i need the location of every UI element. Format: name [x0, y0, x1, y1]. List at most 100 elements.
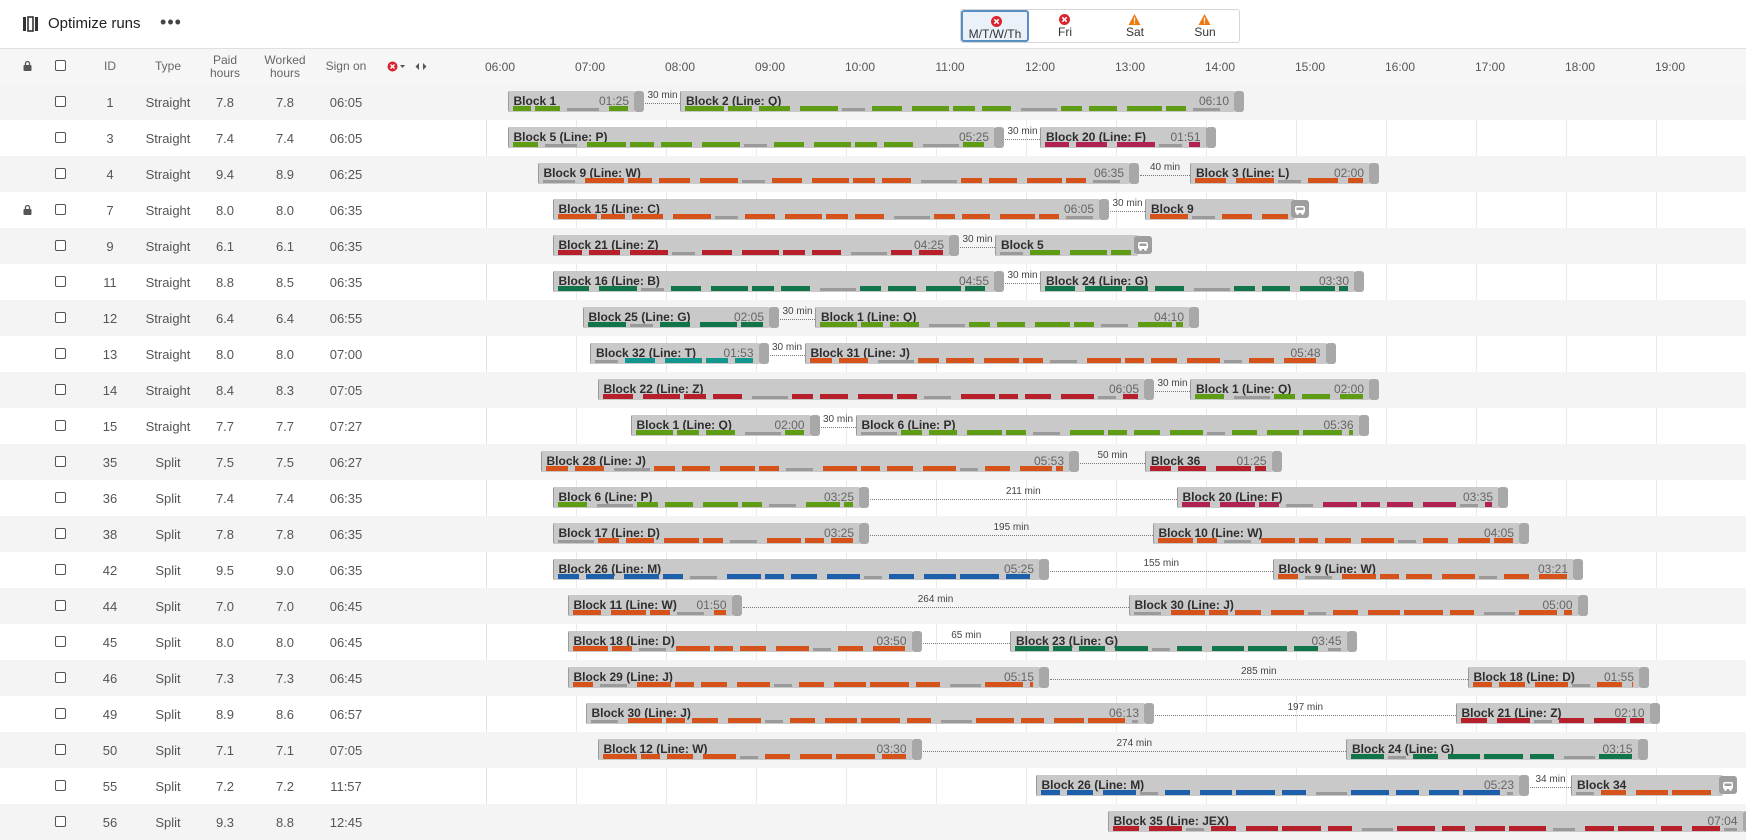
select-all-checkbox[interactable] — [55, 60, 66, 71]
table-row[interactable]: 44Split7.07.006:45Block 11 (Line: W)01:5… — [0, 588, 1746, 624]
expand-columns-icon[interactable] — [414, 61, 428, 72]
day-tab-m-t-w-th[interactable]: M/T/W/Th — [961, 10, 1029, 42]
schedule-block[interactable]: Block 31 (Line: J)05:48 — [805, 343, 1327, 364]
schedule-block[interactable]: Block 28 (Line: J)05:53 — [541, 451, 1071, 472]
schedule-block[interactable]: Block 1 (Line: Q)02:00 — [1190, 379, 1370, 400]
schedule-block[interactable]: Block 26 (Line: M)05:23 — [1036, 775, 1521, 796]
row-checkbox[interactable] — [55, 672, 66, 683]
schedule-block[interactable]: Block 21 (Line: Z)04:25 — [553, 235, 951, 256]
schedule-block[interactable]: Block 17 (Line: D)03:25 — [553, 523, 861, 544]
row-checkbox[interactable] — [55, 348, 66, 359]
table-row[interactable]: 15Straight7.77.707:27Block 1 (Line: Q)02… — [0, 408, 1746, 444]
table-row[interactable]: 36Split7.47.406:35Block 6 (Line: P)03:25… — [0, 480, 1746, 516]
schedule-block[interactable]: Block 10 (Line: W)04:05 — [1153, 523, 1521, 544]
schedule-block[interactable]: Block 101:25 — [508, 91, 636, 112]
schedule-block[interactable]: Block 25 (Line: G)02:05 — [583, 307, 771, 328]
day-tab-sun[interactable]: Sun — [1171, 10, 1239, 42]
schedule-block[interactable]: Block 30 (Line: J)06:13 — [586, 703, 1146, 724]
schedule-block[interactable]: Block 9 (Line: W)06:35 — [538, 163, 1131, 184]
table-row[interactable]: 38Split7.87.806:35Block 17 (Line: D)03:2… — [0, 516, 1746, 552]
schedule-block[interactable]: Block 22 (Line: Z)06:05 — [598, 379, 1146, 400]
row-checkbox[interactable] — [55, 204, 66, 215]
schedule-block[interactable]: Block 16 (Line: B)04:55 — [553, 271, 996, 292]
schedule-block[interactable]: Block 29 (Line: J)05:15 — [568, 667, 1041, 688]
schedule-block[interactable]: Block 34 — [1571, 775, 1723, 796]
table-row[interactable]: 13Straight8.08.007:00Block 32 (Line: T)0… — [0, 336, 1746, 372]
row-checkbox[interactable] — [55, 492, 66, 503]
table-row[interactable]: 50Split7.17.107:05Block 12 (Line: W)03:3… — [0, 732, 1746, 768]
column-header-type[interactable]: Type — [138, 60, 198, 73]
schedule-block[interactable]: Block 5 — [995, 235, 1138, 256]
row-checkbox[interactable] — [55, 132, 66, 143]
schedule-block[interactable]: Block 15 (Line: C)06:05 — [553, 199, 1101, 220]
table-row[interactable]: 42Split9.59.006:35Block 26 (Line: M)05:2… — [0, 552, 1746, 588]
bus-icon[interactable] — [1719, 776, 1737, 794]
row-checkbox[interactable] — [55, 780, 66, 791]
row-checkbox[interactable] — [55, 276, 66, 287]
row-checkbox[interactable] — [55, 240, 66, 251]
schedule-block[interactable]: Block 35 (Line: JEX)07:04 — [1108, 811, 1744, 832]
row-checkbox[interactable] — [55, 384, 66, 395]
table-row[interactable]: 7Straight8.08.006:35Block 15 (Line: C)06… — [0, 192, 1746, 228]
table-row[interactable]: 49Split8.98.606:57Block 30 (Line: J)06:1… — [0, 696, 1746, 732]
schedule-block[interactable]: Block 24 (Line: G)03:15 — [1346, 739, 1639, 760]
bus-icon[interactable] — [1134, 236, 1152, 254]
table-row[interactable]: 45Split8.08.006:45Block 18 (Line: D)03:5… — [0, 624, 1746, 660]
schedule-block[interactable]: Block 3601:25 — [1145, 451, 1273, 472]
table-row[interactable]: 35Split7.57.506:27Block 28 (Line: J)05:5… — [0, 444, 1746, 480]
error-filter-icon[interactable] — [387, 61, 407, 72]
schedule-block[interactable]: Block 26 (Line: M)05:25 — [553, 559, 1041, 580]
row-checkbox[interactable] — [55, 528, 66, 539]
table-row[interactable]: 1Straight7.87.806:05Block 101:25Block 2 … — [0, 84, 1746, 120]
day-tab-sat[interactable]: Sat — [1101, 10, 1169, 42]
schedule-block[interactable]: Block 11 (Line: W)01:50 — [568, 595, 733, 616]
column-header-paid-hours[interactable]: Paid hours — [200, 54, 250, 80]
row-checkbox[interactable] — [55, 96, 66, 107]
row-checkbox[interactable] — [55, 168, 66, 179]
row-checkbox[interactable] — [55, 564, 66, 575]
table-row[interactable]: 4Straight9.48.906:25Block 9 (Line: W)06:… — [0, 156, 1746, 192]
row-checkbox[interactable] — [55, 816, 66, 827]
table-row[interactable]: 55Split7.27.211:57Block 26 (Line: M)05:2… — [0, 768, 1746, 804]
schedule-block[interactable]: Block 30 (Line: J)05:00 — [1129, 595, 1579, 616]
schedule-block[interactable]: Block 9 — [1145, 199, 1295, 220]
day-tab-fri[interactable]: Fri — [1031, 10, 1099, 42]
row-checkbox[interactable] — [55, 456, 66, 467]
row-checkbox[interactable] — [55, 636, 66, 647]
table-row[interactable]: 56Split9.38.812:45Block 35 (Line: JEX)07… — [0, 804, 1746, 840]
schedule-block[interactable]: Block 21 (Line: Z)02:10 — [1456, 703, 1651, 724]
schedule-block[interactable]: Block 32 (Line: T)01:53 — [590, 343, 760, 364]
schedule-block[interactable]: Block 5 (Line: P)05:25 — [508, 127, 996, 148]
schedule-block[interactable]: Block 6 (Line: P)05:36 — [856, 415, 1360, 436]
schedule-block[interactable]: Block 1 (Line: Q)02:00 — [631, 415, 811, 436]
schedule-block[interactable]: Block 2 (Line: Q)06:10 — [680, 91, 1235, 112]
row-checkbox[interactable] — [55, 600, 66, 611]
schedule-block[interactable]: Block 20 (Line: F)01:51 — [1040, 127, 1207, 148]
schedule-block[interactable]: Block 18 (Line: D)03:50 — [568, 631, 913, 652]
row-checkbox[interactable] — [55, 312, 66, 323]
schedule-block[interactable]: Block 23 (Line: G)03:45 — [1010, 631, 1348, 652]
column-header-id[interactable]: ID — [85, 60, 135, 73]
table-row[interactable]: 3Straight7.47.406:05Block 5 (Line: P)05:… — [0, 120, 1746, 156]
table-row[interactable]: 9Straight6.16.106:35Block 21 (Line: Z)04… — [0, 228, 1746, 264]
schedule-block[interactable]: Block 3 (Line: L)02:00 — [1190, 163, 1370, 184]
table-row[interactable]: 11Straight8.88.506:35Block 16 (Line: B)0… — [0, 264, 1746, 300]
table-row[interactable]: 46Split7.37.306:45Block 29 (Line: J)05:1… — [0, 660, 1746, 696]
schedule-block[interactable]: Block 20 (Line: F)03:35 — [1177, 487, 1500, 508]
column-header-worked-hours[interactable]: Worked hours — [260, 54, 310, 80]
schedule-block[interactable]: Block 24 (Line: G)03:30 — [1040, 271, 1355, 292]
schedule-block[interactable]: Block 6 (Line: P)03:25 — [553, 487, 861, 508]
column-header-sign-on[interactable]: Sign on — [318, 60, 374, 73]
schedule-block[interactable]: Block 1 (Line: Q)04:10 — [815, 307, 1190, 328]
schedule-block[interactable]: Block 12 (Line: W)03:30 — [598, 739, 913, 760]
bus-icon[interactable] — [1291, 200, 1309, 218]
table-row[interactable]: 12Straight6.46.406:55Block 25 (Line: G)0… — [0, 300, 1746, 336]
schedule-block[interactable]: Block 18 (Line: D)01:55 — [1468, 667, 1641, 688]
row-checkbox[interactable] — [55, 420, 66, 431]
locked-icon[interactable] — [23, 205, 32, 215]
schedule-block[interactable]: Block 9 (Line: W)03:21 — [1273, 559, 1575, 580]
table-row[interactable]: 14Straight8.48.307:05Block 22 (Line: Z)0… — [0, 372, 1746, 408]
row-checkbox[interactable] — [55, 708, 66, 719]
more-options-button[interactable]: ••• — [160, 14, 182, 34]
row-checkbox[interactable] — [55, 744, 66, 755]
